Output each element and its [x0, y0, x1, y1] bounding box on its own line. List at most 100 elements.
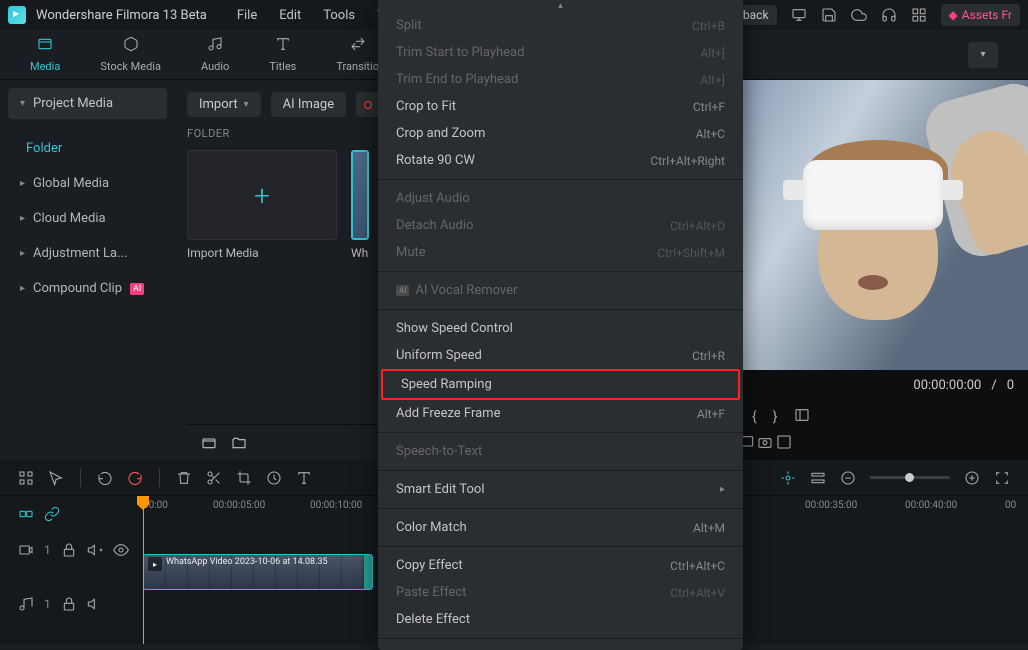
import-media-label: Import Media [187, 246, 337, 260]
lock-icon[interactable] [61, 596, 77, 612]
ai-image-button[interactable]: AI Image [271, 92, 346, 117]
timeline-track-controls: 1 1 [0, 496, 135, 644]
ctx-paste-effect[interactable]: Paste EffectCtrl+Alt+V [378, 579, 743, 606]
media-clip-tile[interactable] [351, 150, 369, 240]
import-dropdown[interactable]: Import▾ [187, 92, 261, 117]
nav-media[interactable]: Media [30, 36, 60, 73]
menu-file[interactable]: File [237, 8, 257, 23]
nav-titles[interactable]: Titles [269, 36, 296, 73]
ctx-crop-fit[interactable]: Crop to FitCtrl+F [378, 93, 743, 120]
marker-icon[interactable] [780, 470, 796, 486]
ctx-detach-audio[interactable]: Detach AudioCtrl+Alt+D [378, 212, 743, 239]
clip-fx-icon: ▸ [148, 557, 162, 571]
zoom-out-icon[interactable] [840, 470, 856, 486]
ctx-show-speed-control[interactable]: Show Speed Control [378, 315, 743, 342]
zoom-slider[interactable] [870, 476, 950, 479]
ctx-uniform-speed[interactable]: Uniform SpeedCtrl+R [378, 342, 743, 369]
track-icon[interactable] [810, 470, 826, 486]
app-logo-icon [8, 6, 26, 24]
preview-viewport[interactable] [738, 80, 1028, 370]
preview-panel: 00:00:00:00 / 0 { } [738, 80, 1028, 460]
ruler-tick: 00 [1005, 500, 1016, 511]
zoom-fit-icon[interactable] [994, 470, 1010, 486]
headphones-icon[interactable] [881, 7, 897, 23]
project-media-header[interactable]: ▾ Project Media [8, 88, 167, 119]
app-title: Wondershare Filmora 13 Beta [36, 8, 207, 23]
audio-icon [207, 36, 223, 57]
grid-toggle-icon[interactable] [18, 470, 34, 486]
cloud-icon[interactable] [851, 7, 867, 23]
visibility-icon[interactable] [113, 542, 129, 558]
video-track-controls: 1 [0, 532, 135, 568]
new-folder-icon[interactable] [201, 435, 217, 451]
folder-tab[interactable]: Folder [8, 131, 167, 166]
grid-icon[interactable] [911, 7, 927, 23]
ctx-copy-effect[interactable]: Copy EffectCtrl+Alt+C [378, 552, 743, 579]
nav-stock-media[interactable]: Stock Media [100, 36, 161, 73]
mute-icon[interactable] [87, 542, 103, 558]
context-menu: ▴ SplitCtrl+B Trim Start to PlayheadAlt+… [378, 0, 743, 650]
ctx-add-freeze-frame[interactable]: Add Freeze FrameAlt+F [378, 400, 743, 427]
ctx-adjust-audio[interactable]: Adjust Audio [378, 185, 743, 212]
nav-transitions[interactable]: Transitio [336, 36, 379, 73]
plus-icon: + [254, 179, 270, 212]
mute-icon[interactable] [87, 596, 103, 612]
record-icon [364, 101, 372, 109]
ctx-speech-to-text[interactable]: Speech-to-Text [378, 438, 743, 465]
delete-icon[interactable] [176, 470, 192, 486]
layout-icon[interactable] [794, 407, 810, 427]
submenu-arrow-icon: ▸ [720, 484, 725, 495]
monitor-icon[interactable] [791, 7, 807, 23]
aspect-ratio-dropdown[interactable]: ▾ [968, 42, 998, 68]
chevron-right-icon: ▸ [20, 178, 25, 189]
ctx-mute[interactable]: MuteCtrl+Shift+M [378, 239, 743, 266]
nav-audio[interactable]: Audio [201, 36, 229, 73]
menu-edit[interactable]: Edit [279, 8, 301, 23]
mark-out-icon[interactable]: } [773, 409, 778, 425]
redo-icon[interactable] [127, 470, 143, 486]
ctx-trim-start[interactable]: Trim Start to PlayheadAlt+[ [378, 39, 743, 66]
ruler-tick: 00:00:35:00 [805, 500, 857, 511]
ctx-ai-vocal-remover[interactable]: AIAI Vocal Remover [378, 277, 743, 304]
import-media-tile[interactable]: + [187, 150, 337, 240]
sidebar-global-media[interactable]: ▸Global Media [8, 166, 167, 201]
time-current: 00:00:00:00 [913, 378, 981, 393]
stock-icon [123, 36, 139, 57]
zoom-in-icon[interactable] [964, 470, 980, 486]
expand-icon[interactable] [776, 439, 792, 454]
time-total: 0 [1007, 378, 1014, 393]
mark-in-icon[interactable]: { [752, 409, 757, 425]
ctx-smart-edit-tool[interactable]: Smart Edit Tool▸ [378, 476, 743, 503]
undo-icon[interactable] [97, 470, 113, 486]
ctx-split[interactable]: SplitCtrl+B [378, 12, 743, 39]
ai-badge-icon: AI [396, 285, 409, 296]
text-icon[interactable] [296, 470, 312, 486]
cursor-icon[interactable] [48, 470, 64, 486]
sidebar-cloud-media[interactable]: ▸Cloud Media [8, 201, 167, 236]
folder-icon[interactable] [231, 435, 247, 451]
menu-tools[interactable]: Tools [323, 8, 355, 23]
speed-icon[interactable] [266, 470, 282, 486]
chevron-right-icon: ▸ [20, 213, 25, 224]
ruler-tick: 00:00:10:00 [310, 500, 362, 511]
sidebar-adjustment-layer[interactable]: ▸Adjustment La... [8, 236, 167, 271]
video-clip[interactable]: ▸ WhatsApp Video 2023-10-06 at 14.08.35 [143, 554, 373, 590]
ctx-color-match[interactable]: Color MatchAlt+M [378, 514, 743, 541]
split-icon[interactable] [206, 470, 222, 486]
ruler-tick: 00:00:40:00 [905, 500, 957, 511]
snapshot-icon[interactable] [757, 439, 773, 454]
ctx-speed-ramping[interactable]: Speed Ramping [383, 371, 738, 398]
sidebar-compound-clip[interactable]: ▸Compound ClipAI [8, 271, 167, 306]
new-badge: AI [130, 283, 144, 295]
ctx-crop-zoom[interactable]: Crop and ZoomAlt+C [378, 120, 743, 147]
chain-icon[interactable] [44, 506, 60, 522]
ctx-rotate[interactable]: Rotate 90 CWCtrl+Alt+Right [378, 147, 743, 174]
ctx-trim-end[interactable]: Trim End to PlayheadAlt+] [378, 66, 743, 93]
assets-button[interactable]: ◆Assets Fr [941, 4, 1020, 26]
lock-icon[interactable] [61, 542, 77, 558]
menu-bar: File Edit Tools Vi [237, 8, 389, 23]
crop-icon[interactable] [236, 470, 252, 486]
ctx-delete-effect[interactable]: Delete Effect [378, 606, 743, 633]
save-icon[interactable] [821, 7, 837, 23]
link-icon[interactable] [18, 506, 34, 522]
